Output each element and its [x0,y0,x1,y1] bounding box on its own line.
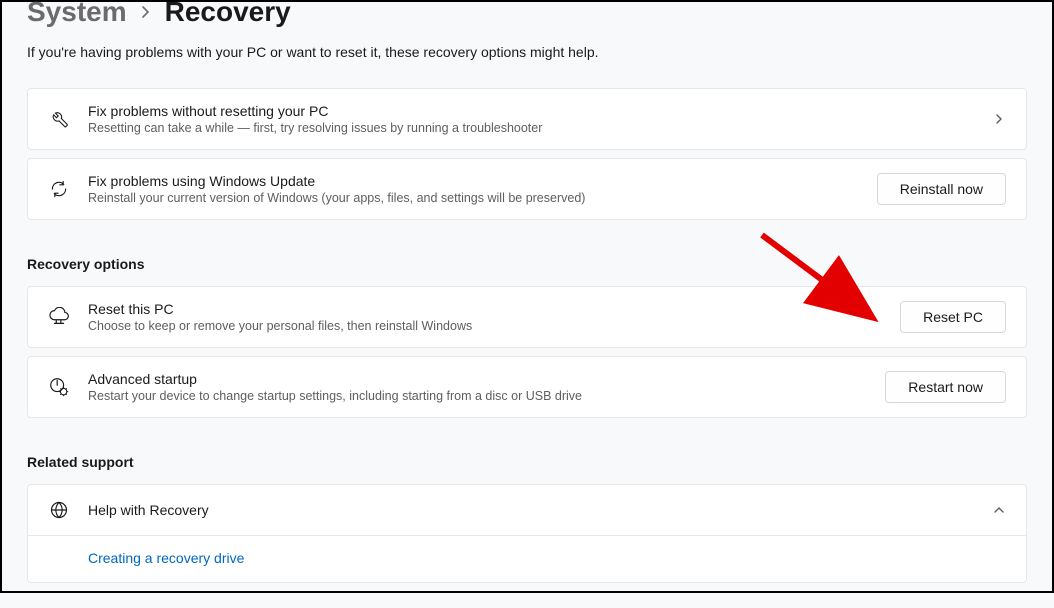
breadcrumb-page: Recovery [165,0,291,28]
card-title: Reset this PC [88,301,882,317]
breadcrumb: System Recovery [27,0,1027,28]
card-fix-windows-update: Fix problems using Windows Update Reinst… [27,158,1027,220]
card-advanced-startup: Advanced startup Restart your device to … [27,356,1027,418]
reset-cloud-icon [48,306,70,328]
card-title: Help with Recovery [88,502,974,518]
card-desc: Choose to keep or remove your personal f… [88,319,882,333]
power-gear-icon [48,376,70,398]
chevron-right-icon [992,112,1006,126]
card-desc: Reinstall your current version of Window… [88,191,859,205]
creating-recovery-drive-link[interactable]: Creating a recovery drive [88,550,244,566]
related-support-heading: Related support [27,454,1027,470]
recovery-options-heading: Recovery options [27,256,1027,272]
card-title: Advanced startup [88,371,867,387]
card-desc: Resetting can take a while — first, try … [88,121,974,135]
card-fix-without-reset[interactable]: Fix problems without resetting your PC R… [27,88,1027,150]
card-title: Fix problems using Windows Update [88,173,859,189]
chevron-up-icon [992,503,1006,517]
card-title: Fix problems without resetting your PC [88,103,974,119]
breadcrumb-section[interactable]: System [27,0,127,28]
restart-now-button[interactable]: Restart now [885,371,1006,403]
card-reset-this-pc: Reset this PC Choose to keep or remove y… [27,286,1027,348]
globe-icon [48,499,70,521]
reset-pc-button[interactable]: Reset PC [900,301,1006,333]
card-desc: Restart your device to change startup se… [88,389,867,403]
reinstall-now-button[interactable]: Reinstall now [877,173,1006,205]
page-subtitle: If you're having problems with your PC o… [27,44,1027,60]
sync-icon [48,178,70,200]
card-help-with-recovery[interactable]: Help with Recovery [27,484,1027,536]
help-link-row: Creating a recovery drive [27,536,1027,583]
wrench-icon [48,108,70,130]
chevron-right-icon [141,5,151,19]
